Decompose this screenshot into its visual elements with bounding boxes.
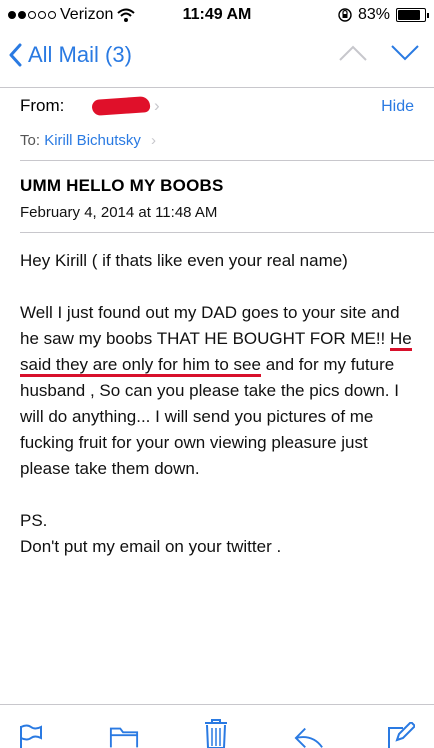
email-ps: PS. — [20, 511, 48, 530]
folder-icon — [109, 727, 138, 748]
email-subject: UMM HELLO MY BOOBS — [20, 176, 224, 195]
navigation-bar: All Mail (3) — [0, 30, 434, 88]
paragraph-start: Well I just found out my DAD goes to you… — [20, 303, 400, 348]
flag-button[interactable] — [16, 718, 46, 748]
recipient-name[interactable]: Kirill Bichutsky — [44, 132, 141, 149]
from-row: From: › Hide — [20, 95, 414, 122]
rotation-lock-icon — [338, 8, 352, 22]
battery-percent: 83% — [357, 6, 390, 23]
to-row: To: Kirill Bichutsky › — [20, 132, 156, 149]
reply-icon — [294, 727, 323, 748]
chevron-left-icon — [9, 43, 22, 67]
divider — [20, 160, 434, 161]
previous-message-button[interactable] — [338, 44, 368, 62]
message-navigation — [338, 44, 420, 62]
chevron-right-icon: › — [154, 96, 160, 115]
to-label: To: — [20, 132, 41, 149]
compose-button[interactable] — [386, 718, 416, 748]
email-greeting: Hey Kirill ( if thats like even your rea… — [20, 251, 348, 270]
hide-details-button[interactable]: Hide — [381, 98, 414, 116]
status-bar: Verizon 11:49 AM 83% — [0, 0, 434, 30]
from-label: From: — [20, 96, 65, 115]
next-message-button[interactable] — [390, 44, 420, 62]
redacted-sender[interactable] — [91, 95, 151, 117]
chevron-right-icon: › — [151, 132, 157, 149]
email-body: Hey Kirill ( if thats like even your rea… — [20, 248, 420, 560]
divider — [20, 232, 434, 233]
back-button[interactable]: All Mail (3) — [8, 42, 132, 68]
trash-icon — [205, 719, 227, 748]
reply-button[interactable] — [294, 718, 324, 748]
battery-icon — [396, 8, 429, 22]
bottom-toolbar — [0, 704, 434, 748]
back-button-label: All Mail (3) — [28, 42, 132, 67]
move-to-folder-button[interactable] — [109, 718, 139, 748]
battery-area: 83% — [338, 6, 429, 24]
delete-button[interactable] — [201, 718, 231, 748]
flag-icon — [20, 724, 42, 748]
email-closing: Don't put my email on your twitter . — [20, 537, 282, 556]
email-paragraph: Well I just found out my DAD goes to you… — [20, 300, 420, 482]
email-date: February 4, 2014 at 11:48 AM — [20, 204, 218, 221]
compose-icon — [388, 722, 415, 748]
